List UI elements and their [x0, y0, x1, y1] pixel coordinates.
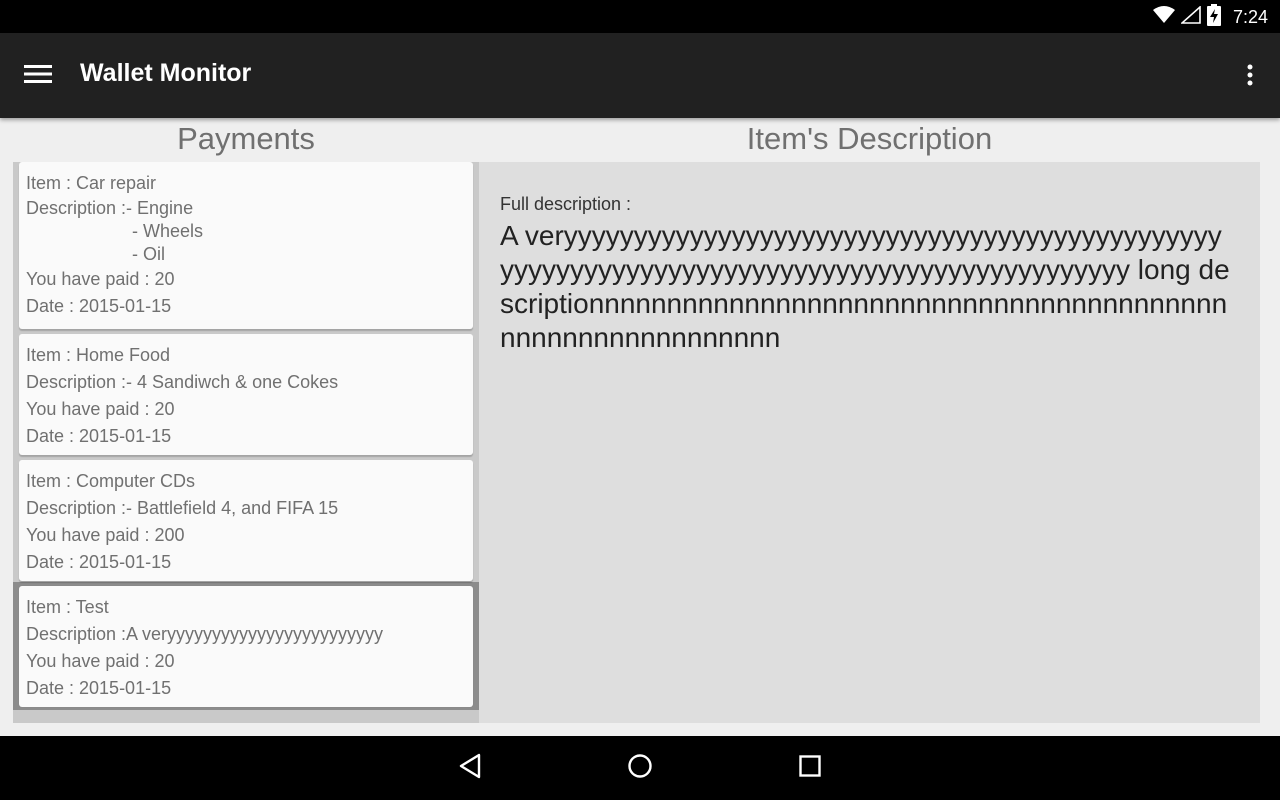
app-bar: Wallet Monitor [0, 33, 1280, 118]
home-button[interactable] [622, 752, 658, 784]
payment-card-home-food[interactable]: Item : Home Food Description :- 4 Sandiw… [19, 334, 473, 455]
status-bar: 7:24 [0, 0, 1280, 33]
item-description: Description :A veryyyyyyyyyyyyyyyyyyyyyy… [26, 624, 384, 644]
battery-charging-icon [1206, 4, 1221, 30]
item-name: Item : Computer CDs [26, 471, 196, 491]
wifi-icon [1152, 6, 1175, 28]
item-paid: You have paid : 200 [26, 525, 185, 545]
item-paid: You have paid : 20 [26, 651, 175, 671]
item-description: Description :- Engine [26, 198, 194, 218]
hamburger-menu-icon [24, 64, 52, 88]
item-date: Date : 2015-01-15 [26, 296, 172, 316]
payments-title: Payments [177, 121, 315, 156]
item-description: Description :- Battlefield 4, and FIFA 1… [26, 498, 339, 518]
overflow-menu-button[interactable] [1238, 61, 1262, 93]
back-icon [458, 753, 482, 783]
app-title: Wallet Monitor [80, 59, 252, 87]
item-description-line: - Wheels [132, 221, 204, 241]
item-description: Description :- 4 Sandiwch & one Cokes [26, 372, 339, 392]
payment-card-car-repair[interactable]: Item : Car repair Description :- Engine … [19, 162, 473, 329]
description-title: Item's Description [746, 121, 993, 156]
full-description-text: A veryyyyyyyyyyyyyyyyyyyyyyyyyyyyyyyyyyy… [500, 220, 1230, 353]
overflow-menu-icon [1247, 64, 1253, 90]
recents-icon [798, 754, 822, 782]
signal-icon [1179, 5, 1201, 28]
navigation-drawer-button[interactable] [16, 57, 60, 95]
item-date: Date : 2015-01-15 [26, 426, 172, 446]
item-name: Item : Home Food [26, 345, 171, 365]
status-icons: 7:24 [1152, 4, 1268, 30]
item-name: Item : Car repair [26, 173, 157, 193]
payment-card-computer-cds[interactable]: Item : Computer CDs Description :- Battl… [19, 460, 473, 581]
item-date: Date : 2015-01-15 [26, 678, 172, 698]
item-description-line: - Oil [132, 244, 165, 264]
item-name: Item : Test [26, 597, 109, 617]
recents-button[interactable] [792, 752, 828, 784]
description-panel: Full description : A veryyyyyyyyyyyyyyyy… [479, 162, 1260, 723]
payment-card-test[interactable]: Item : Test Description :A veryyyyyyyyyy… [19, 586, 473, 707]
item-date: Date : 2015-01-15 [26, 552, 172, 572]
home-icon [627, 753, 653, 783]
system-nav-bar [0, 736, 1280, 800]
back-button[interactable] [452, 752, 488, 784]
item-paid: You have paid : 20 [26, 399, 175, 419]
full-description-label: Full description : [500, 194, 632, 214]
item-paid: You have paid : 20 [26, 269, 175, 289]
status-time: 7:24 [1232, 6, 1268, 27]
payments-list[interactable]: Item : Car repair Description :- Engine … [13, 162, 479, 723]
